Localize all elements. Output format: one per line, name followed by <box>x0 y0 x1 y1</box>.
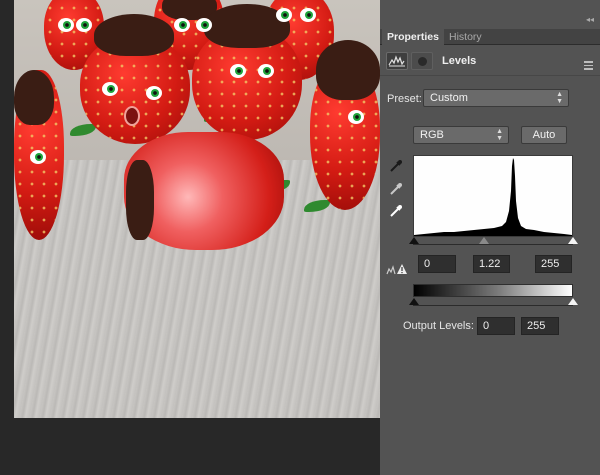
preset-value: Custom <box>430 92 468 104</box>
output-levels-slider-track <box>413 305 573 306</box>
panel-title: Levels <box>442 55 477 67</box>
panel-tab-bar: Properties History <box>380 29 600 70</box>
collapse-panel-icon[interactable]: ◂◂ <box>586 15 594 24</box>
input-white-point-slider[interactable] <box>568 237 578 244</box>
leaf <box>70 124 96 136</box>
eye-icon <box>230 64 246 78</box>
eye-icon <box>146 86 162 100</box>
eye-icon <box>348 110 364 124</box>
output-levels-gradient <box>413 284 573 297</box>
output-white-field[interactable]: 255 <box>521 317 559 335</box>
output-black-point-slider[interactable] <box>409 298 419 305</box>
channel-dropdown[interactable]: RGB ▲ ▼ <box>413 126 509 144</box>
white-point-eyedropper-icon[interactable] <box>388 203 404 219</box>
output-black-field[interactable]: 0 <box>477 317 515 335</box>
workspace <box>0 0 380 475</box>
dropdown-arrows-icon: ▲ ▼ <box>556 91 563 105</box>
preset-label: Preset: <box>387 93 422 105</box>
document-canvas[interactable] <box>14 0 380 418</box>
channel-value: RGB <box>420 129 444 141</box>
dropdown-arrows-icon: ▲ ▼ <box>496 128 503 142</box>
chocolate-dip <box>14 70 54 125</box>
chocolate-dip <box>126 160 154 240</box>
preset-dropdown[interactable]: Custom ▲ ▼ <box>423 89 569 107</box>
properties-panel: ◂◂ Properties History Levels Preset: Cus… <box>380 0 600 475</box>
input-black-field[interactable]: 0 <box>418 255 456 273</box>
eye-icon <box>196 18 212 32</box>
input-black-point-slider[interactable] <box>409 237 419 244</box>
input-gamma-slider[interactable] <box>479 237 489 244</box>
histogram <box>413 155 573 237</box>
eye-icon <box>102 82 118 96</box>
input-levels-slider-track <box>413 244 573 245</box>
eye-icon <box>30 150 46 164</box>
input-gamma-field[interactable]: 1.22 <box>473 255 510 273</box>
eye-icon <box>76 18 92 32</box>
eye-icon <box>300 8 316 22</box>
panel-header: Levels <box>380 46 600 76</box>
histogram-graph <box>414 158 572 236</box>
auto-button[interactable]: Auto <box>521 126 567 144</box>
gray-point-eyedropper-icon[interactable] <box>388 181 404 197</box>
input-white-field[interactable]: 255 <box>535 255 572 273</box>
tab-properties[interactable]: Properties <box>382 29 444 45</box>
tab-history[interactable]: History <box>444 29 487 45</box>
mouth <box>124 106 140 126</box>
eye-icon <box>276 8 292 22</box>
clipping-warning-icon[interactable] <box>386 262 408 276</box>
eye-icon <box>258 64 274 78</box>
eye-icon <box>174 18 190 32</box>
black-point-eyedropper-icon[interactable] <box>388 158 404 174</box>
chocolate-dip <box>94 14 174 56</box>
eye-icon <box>58 18 74 32</box>
output-white-point-slider[interactable] <box>568 298 578 305</box>
layer-mask-icon[interactable] <box>411 52 433 70</box>
levels-adjustment-icon[interactable] <box>386 52 408 70</box>
output-levels-label: Output Levels: <box>403 320 474 332</box>
chocolate-dip <box>316 40 380 100</box>
